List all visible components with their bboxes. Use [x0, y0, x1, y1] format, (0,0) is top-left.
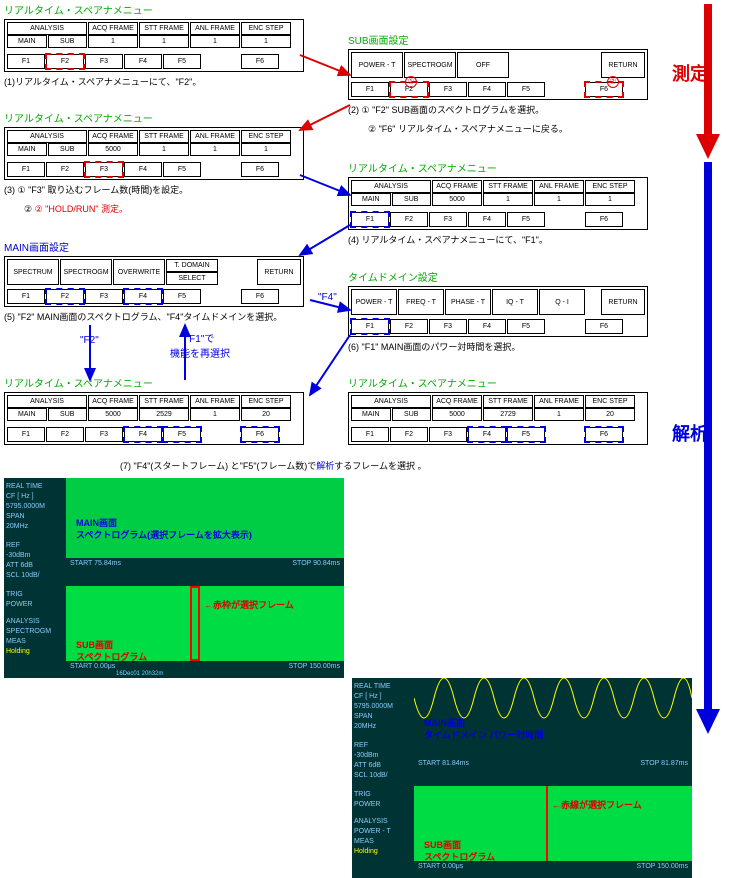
ss-left-side: REAL TIMECF [ Hz ]5795.0000MSPAN 20MHz R…	[4, 478, 66, 678]
ann-frame-r: ←赤線が選択フレーム	[552, 798, 642, 811]
ss-left-mid: START 75.84ms STOP 90.84ms	[66, 558, 344, 586]
label-kaiseki: 解析	[672, 420, 708, 446]
label-sokutei: 測定	[672, 60, 708, 86]
ann-main2: スペクトログラム(選択フレームを拡大表示)	[76, 528, 252, 541]
ss-right-side: REAL TIMECF [ Hz ]5795.0000MSPAN 20MHz R…	[352, 678, 414, 878]
ann-frame-l: ←赤枠が選択フレーム	[204, 598, 294, 611]
ann-r-main2: タイムドメイン パワー対時間	[424, 728, 543, 741]
flow-arrows	[0, 0, 700, 480]
ann-sub2: スペクトログラム	[76, 650, 147, 663]
ann-r-sub2: スペクトログラム	[424, 850, 495, 863]
ss-right-mid: START 81.84ms STOP 81.87ms	[414, 758, 692, 786]
side-arrows	[668, 4, 728, 734]
screenshot-left: REAL TIMECF [ Hz ]5795.0000MSPAN 20MHz R…	[4, 478, 344, 678]
screenshot-right: REAL TIMECF [ Hz ]5795.0000MSPAN 20MHz R…	[352, 678, 692, 878]
